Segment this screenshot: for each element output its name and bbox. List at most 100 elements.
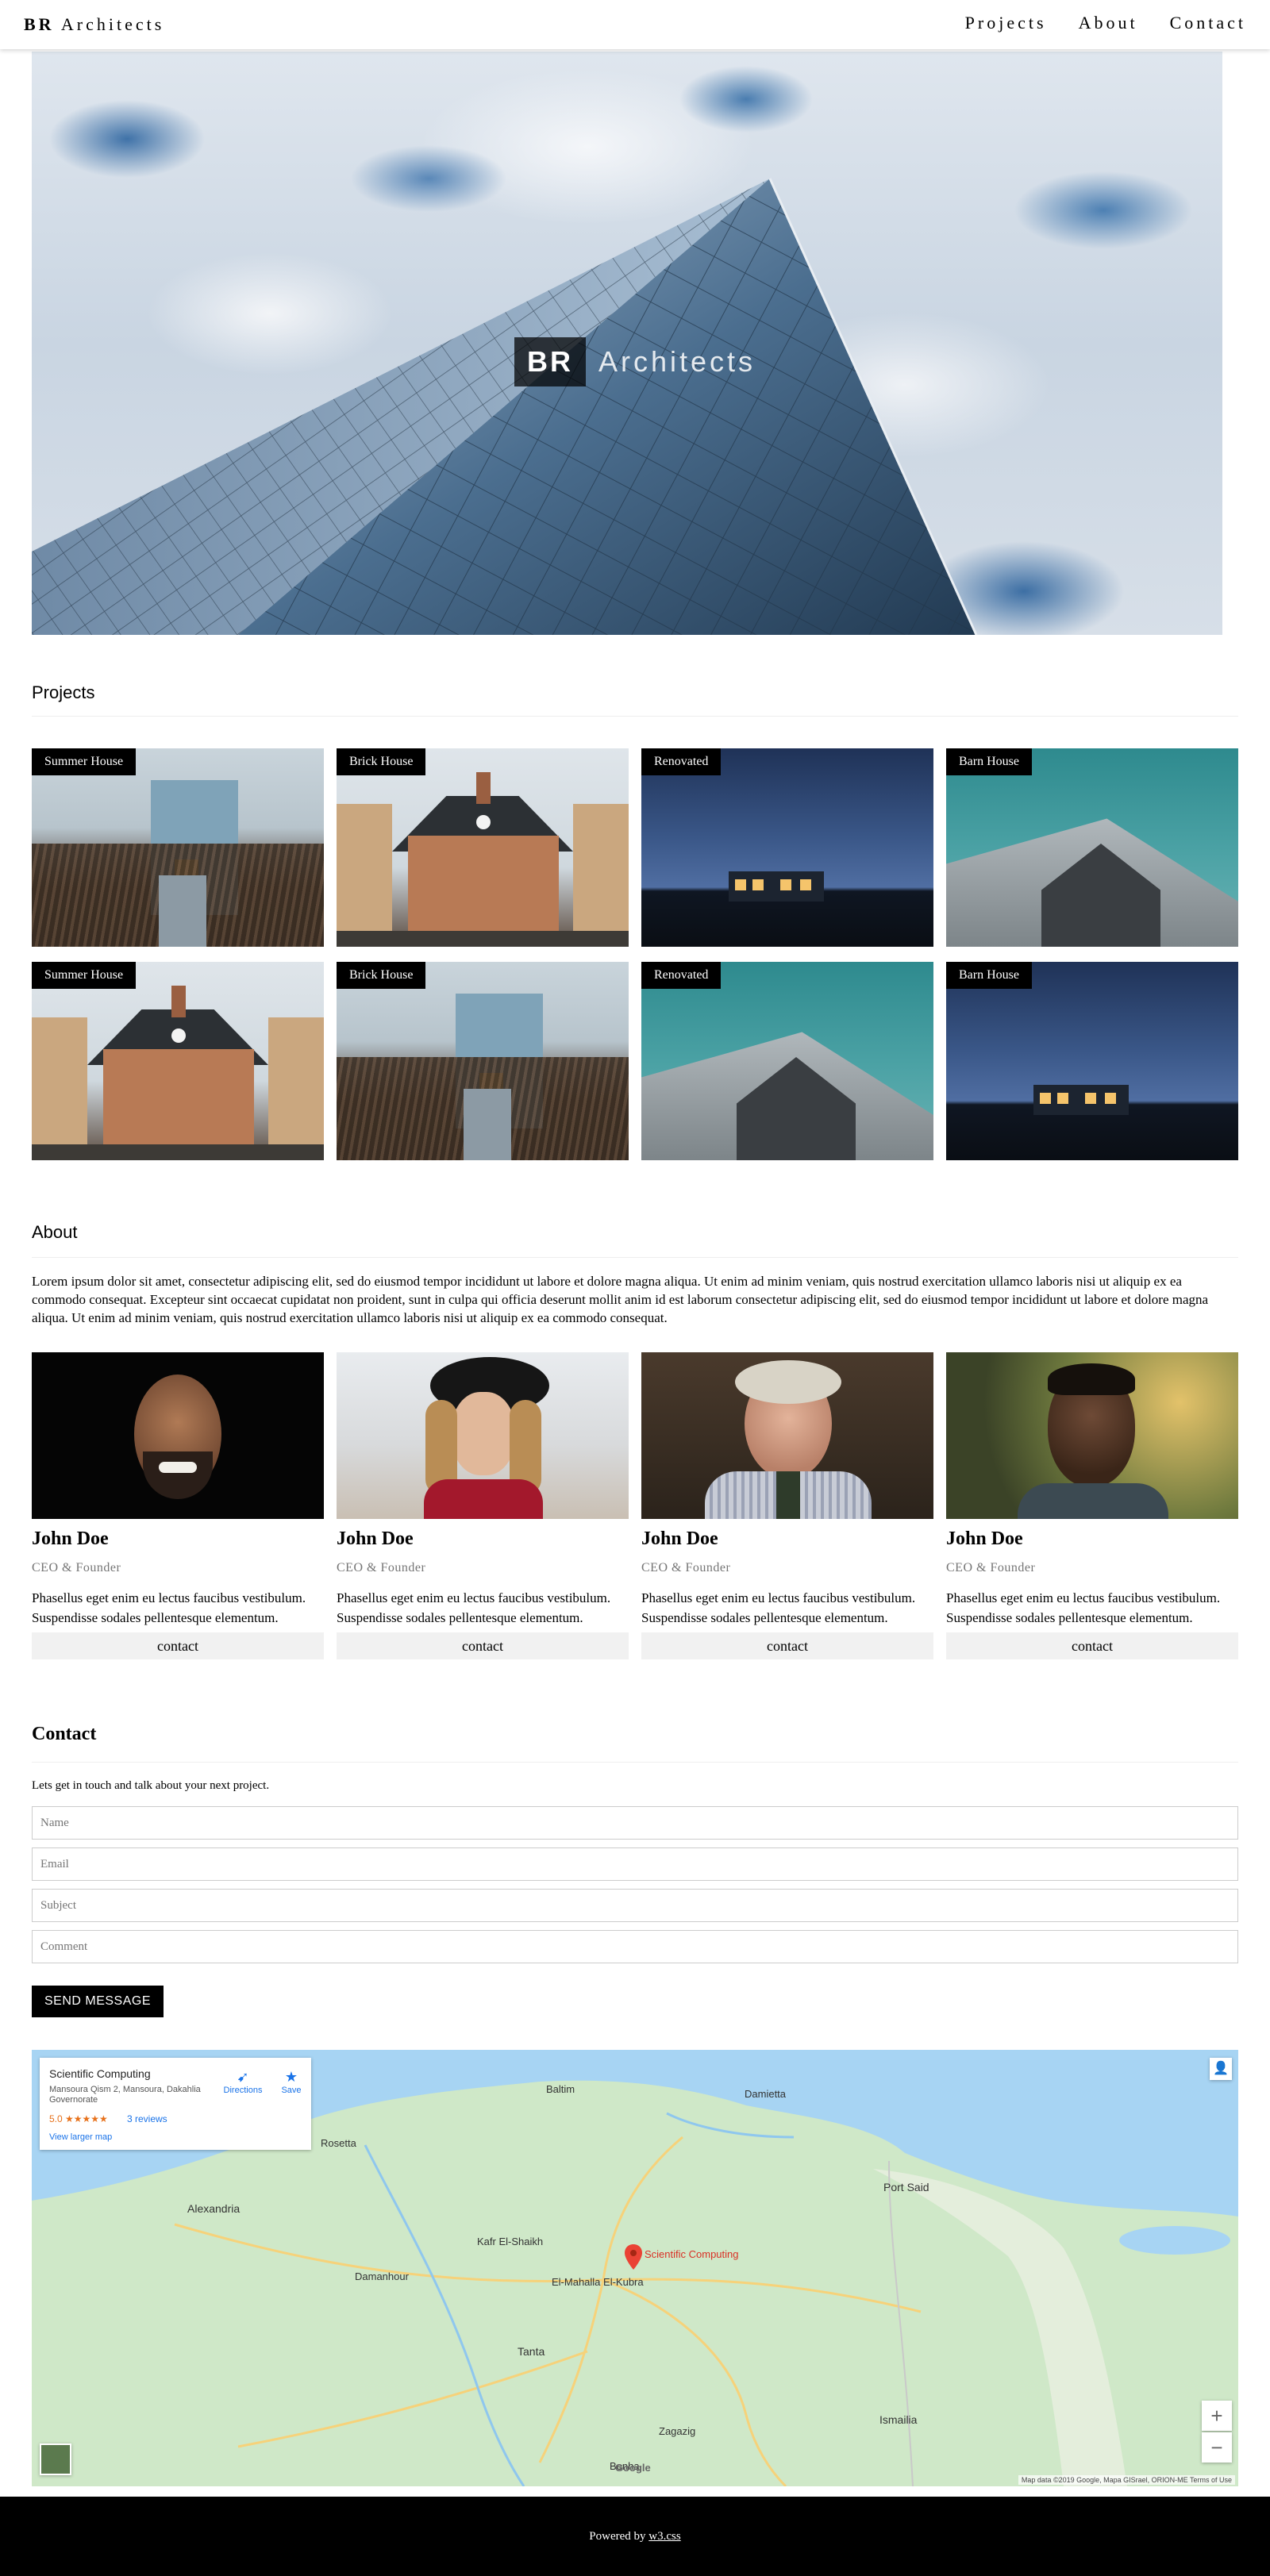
team-member-photo bbox=[32, 1352, 324, 1519]
project-tag: Barn House bbox=[946, 962, 1032, 989]
project-tag: Summer House bbox=[32, 962, 137, 989]
map-city-label: Baltim bbox=[546, 2083, 575, 2095]
team-member-photo bbox=[337, 1352, 629, 1519]
nav-link-projects[interactable]: Projects bbox=[965, 13, 1047, 33]
hero-logo-box: BR bbox=[514, 337, 586, 386]
brand-bold: BR bbox=[24, 14, 55, 34]
team-member-name: John Doe bbox=[641, 1528, 718, 1549]
project-card[interactable]: Summer House bbox=[32, 748, 324, 947]
map-city-label: Port Said bbox=[883, 2181, 929, 2193]
top-navbar: BR Architects Projects About Contact bbox=[0, 0, 1270, 49]
map-city-label: Zagazig bbox=[659, 2425, 696, 2437]
brand-text: Architects bbox=[60, 14, 165, 34]
name-input[interactable] bbox=[32, 1806, 1238, 1840]
team-member-name: John Doe bbox=[337, 1528, 414, 1549]
team-member-role: CEO & Founder bbox=[946, 1561, 1036, 1574]
about-divider bbox=[32, 1257, 1238, 1258]
subject-input[interactable] bbox=[32, 1889, 1238, 1922]
team-member-card: John Doe CEO & Founder Phasellus eget enim… bbox=[946, 1352, 1238, 1659]
star-icon: ★ bbox=[284, 2069, 298, 2085]
map-city-label: Damanhour bbox=[355, 2270, 409, 2282]
map-city-label: Kafr El-Shaikh bbox=[477, 2236, 544, 2247]
projects-divider bbox=[32, 716, 1238, 717]
project-card[interactable]: Brick House bbox=[337, 962, 629, 1160]
footer-w3css-link[interactable]: w3.css bbox=[648, 2530, 680, 2543]
project-tag: Summer House bbox=[32, 748, 137, 775]
nav-links: Projects About Contact bbox=[965, 13, 1246, 33]
zoom-out-button[interactable]: − bbox=[1202, 2432, 1232, 2463]
map-pin-label: Scientific Computing bbox=[645, 2248, 739, 2260]
nav-link-about[interactable]: About bbox=[1079, 13, 1138, 33]
team-member-role: CEO & Founder bbox=[641, 1561, 731, 1574]
team-member-contact-button[interactable]: contact bbox=[337, 1632, 629, 1659]
map-city-label: Damietta bbox=[745, 2088, 787, 2100]
team-member-description: Phasellus eget enim eu lectus faucibus v… bbox=[641, 1590, 916, 1625]
about-heading: About bbox=[32, 1222, 78, 1242]
project-tag: Barn House bbox=[946, 748, 1032, 775]
map-city-label: Tanta bbox=[518, 2345, 545, 2358]
street-view-icon[interactable]: 👤 bbox=[1210, 2058, 1232, 2080]
hero-logo: BR Architects bbox=[514, 337, 756, 386]
project-card[interactable]: Summer House bbox=[32, 962, 324, 1160]
team-member-contact-button[interactable]: contact bbox=[32, 1632, 324, 1659]
contact-heading: Contact bbox=[32, 1724, 97, 1744]
map-city-label: El-Mahalla El-Kubra bbox=[552, 2276, 644, 2288]
about-paragraph: Lorem ipsum dolor sit amet, consectetur … bbox=[32, 1274, 1209, 1325]
contact-subtitle: Lets get in touch and talk about your ne… bbox=[32, 1779, 270, 1792]
team-member-role: CEO & Founder bbox=[32, 1561, 121, 1574]
footer-prefix: Powered by bbox=[589, 2530, 649, 2543]
view-larger-map-link[interactable]: View larger map bbox=[49, 2132, 112, 2142]
project-card[interactable]: Renovated bbox=[641, 748, 933, 947]
map-city-label: Ismailia bbox=[879, 2413, 918, 2426]
map-place-title: Scientific Computing bbox=[49, 2067, 151, 2080]
google-logo: Google bbox=[615, 2462, 651, 2474]
satellite-toggle[interactable] bbox=[40, 2443, 71, 2475]
hero-image: BR Architects bbox=[32, 52, 1222, 635]
directions-icon: ➹ bbox=[237, 2069, 249, 2085]
map-rating: 5.0 ★★★★★ bbox=[49, 2113, 108, 2124]
nav-link-contact[interactable]: Contact bbox=[1170, 13, 1246, 33]
team-member-name: John Doe bbox=[32, 1528, 109, 1549]
save-label: Save bbox=[281, 2086, 302, 2095]
map-place-card: Scientific Computing Mansoura Qism 2, Ma… bbox=[40, 2058, 311, 2150]
contact-divider bbox=[32, 1762, 1238, 1763]
team-member-description: Phasellus eget enim eu lectus faucibus v… bbox=[946, 1590, 1221, 1625]
hero-logo-text: Architects bbox=[598, 345, 756, 378]
team-member-card: John Doe CEO & Founder Phasellus eget enim… bbox=[337, 1352, 629, 1659]
project-tag: Renovated bbox=[641, 748, 722, 775]
project-card[interactable]: Barn House bbox=[946, 962, 1238, 1160]
team-member-contact-button[interactable]: contact bbox=[641, 1632, 933, 1659]
team-member-description: Phasellus eget enim eu lectus faucibus v… bbox=[32, 1590, 306, 1625]
comment-input[interactable] bbox=[32, 1930, 1238, 1963]
project-card[interactable]: Renovated bbox=[641, 962, 933, 1160]
page-footer: Powered by w3.css bbox=[0, 2497, 1270, 2576]
team-member-contact-button[interactable]: contact bbox=[946, 1632, 1238, 1659]
project-card[interactable]: Barn House bbox=[946, 748, 1238, 947]
map-city-label: Alexandria bbox=[187, 2202, 241, 2215]
map-directions-button[interactable]: ➹ Directions bbox=[219, 2069, 267, 2095]
map-attribution: Map data ©2019 Google, Mapa GISrael, ORI… bbox=[1018, 2475, 1235, 2485]
embedded-map[interactable]: Alexandria Damietta Port Said Tanta Zagazig I… bbox=[32, 2050, 1238, 2486]
project-tag: Renovated bbox=[641, 962, 722, 989]
directions-label: Directions bbox=[223, 2086, 263, 2095]
team-member-role: CEO & Founder bbox=[337, 1561, 426, 1574]
team-member-card: John Doe CEO & Founder Phasellus eget enim… bbox=[641, 1352, 933, 1659]
team-member-photo bbox=[946, 1352, 1238, 1519]
map-pin-icon[interactable] bbox=[625, 2244, 642, 2270]
projects-heading: Projects bbox=[32, 682, 95, 702]
map-place-address: Mansoura Qism 2, Mansoura, Dakahlia Gove… bbox=[49, 2085, 201, 2105]
team-member-card: John Doe CEO & Founder Phasellus eget enim… bbox=[32, 1352, 324, 1659]
map-reviews-link[interactable]: 3 reviews bbox=[127, 2113, 167, 2124]
brand-logo-link[interactable]: BR Architects bbox=[24, 14, 164, 35]
project-tag: Brick House bbox=[337, 962, 426, 989]
team-member-name: John Doe bbox=[946, 1528, 1023, 1549]
zoom-in-button[interactable]: + bbox=[1202, 2401, 1232, 2431]
project-tag: Brick House bbox=[337, 748, 426, 775]
team-member-description: Phasellus eget enim eu lectus faucibus v… bbox=[337, 1590, 611, 1625]
team-member-photo bbox=[641, 1352, 933, 1519]
send-message-button[interactable]: SEND MESSAGE bbox=[32, 1986, 164, 2017]
project-card[interactable]: Brick House bbox=[337, 748, 629, 947]
map-city-label: Rosetta bbox=[321, 2137, 356, 2149]
email-input[interactable] bbox=[32, 1847, 1238, 1881]
map-save-button[interactable]: ★ Save bbox=[278, 2069, 305, 2095]
